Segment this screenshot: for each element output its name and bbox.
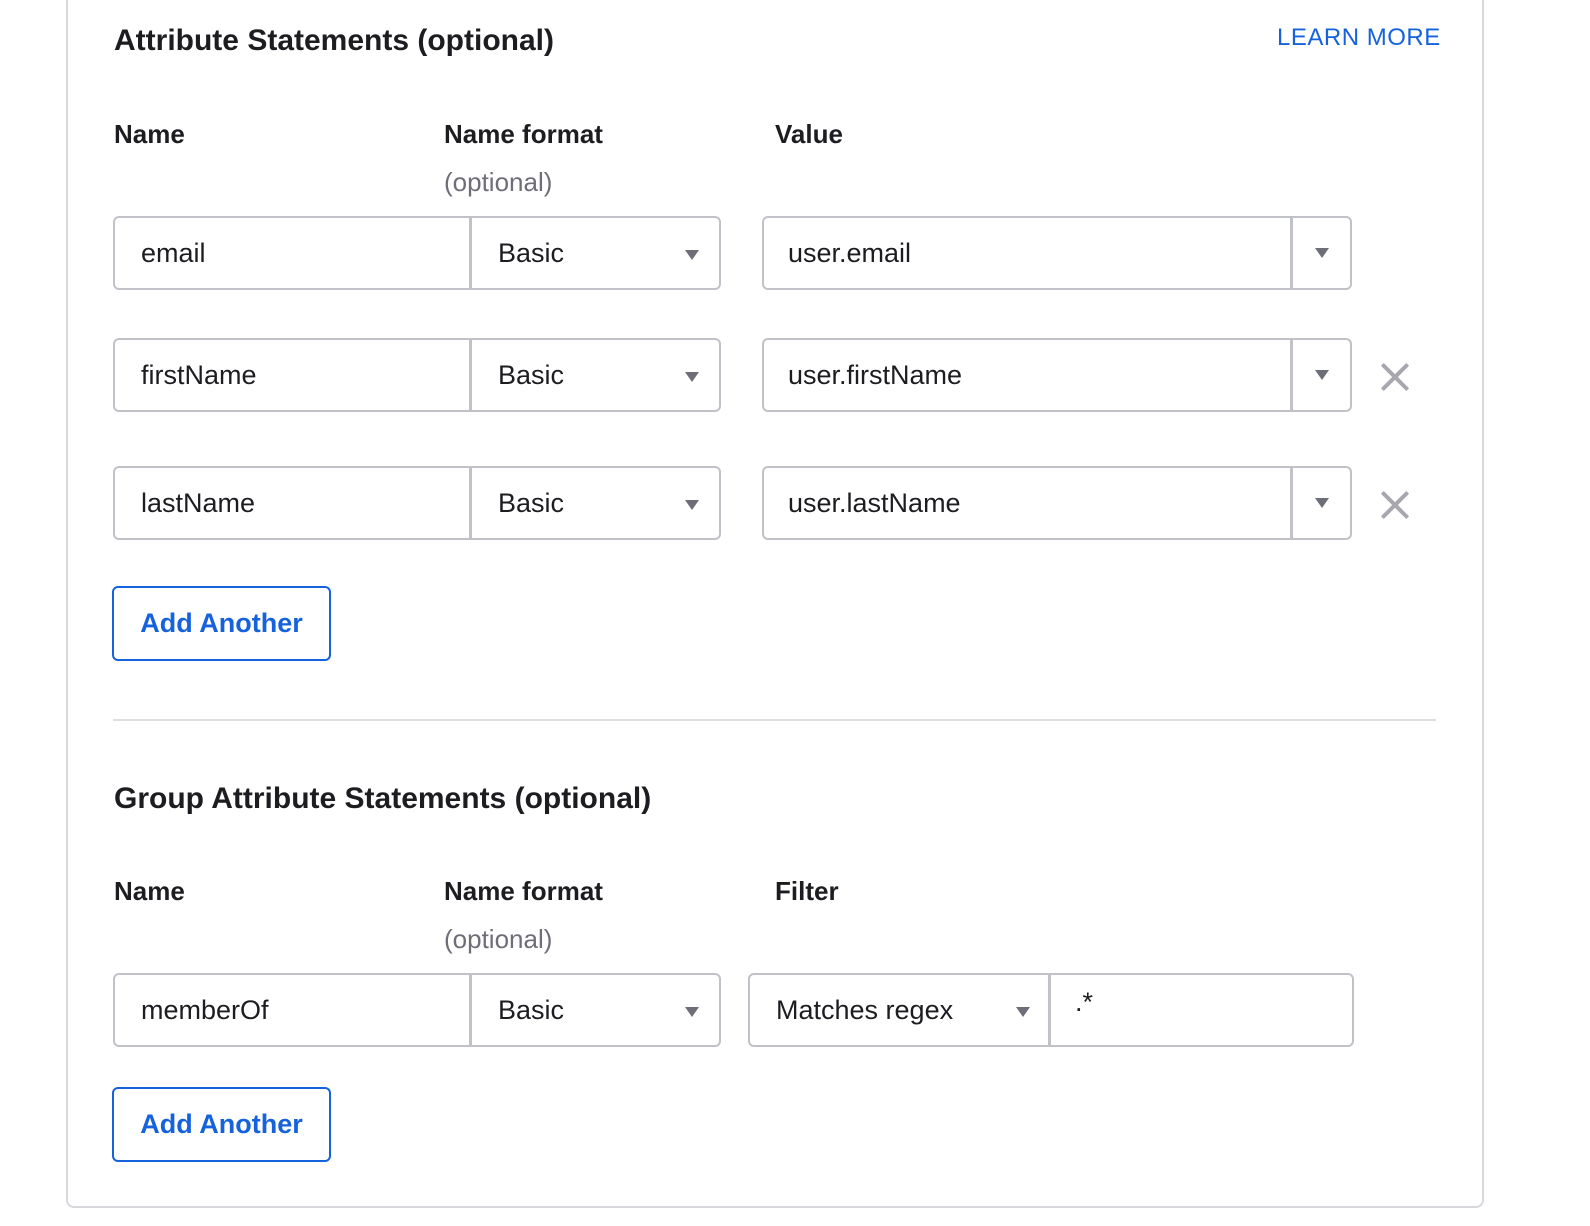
name-format-column-header: Name format [444, 119, 603, 149]
value-column-header: Value [775, 119, 843, 149]
section-divider [113, 719, 1436, 721]
filter-type-selected: Matches regex [776, 994, 954, 1025]
filter-column-header: Filter [775, 876, 839, 906]
caret-down-icon [1314, 370, 1329, 380]
caret-down-icon [685, 250, 699, 260]
name-format-selected: Basic [498, 487, 565, 518]
caret-down-icon [685, 1007, 699, 1017]
attribute-value-text: user.lastName [788, 487, 961, 518]
caret-down-icon [1016, 1007, 1030, 1017]
filter-value-text: .* [1075, 986, 1094, 1017]
attribute-value-combobox[interactable]: user.email [762, 216, 1352, 290]
group-name-format-column-header: Name format [444, 876, 603, 906]
filter-value-input[interactable]: .* [1048, 973, 1354, 1047]
attribute-name-input-email[interactable]: email [113, 216, 473, 290]
group-attribute-statements-title: Group Attribute Statements (optional) [114, 782, 652, 815]
group-name-format-selected: Basic [498, 994, 565, 1025]
attribute-name-format-select[interactable]: Basic [469, 466, 721, 540]
attribute-value-combobox[interactable]: user.firstName [762, 338, 1352, 412]
group-attribute-name-input[interactable]: memberOf [113, 973, 473, 1047]
attribute-name-input-firstname[interactable]: firstName [113, 338, 473, 412]
caret-down-icon [685, 500, 699, 510]
group-name-format-optional-hint: (optional) [444, 924, 553, 954]
attribute-value-combobox[interactable]: user.lastName [762, 466, 1352, 540]
attribute-name-value: lastName [141, 487, 256, 518]
remove-attribute-close-icon[interactable] [1380, 490, 1410, 520]
caret-down-icon [1314, 498, 1329, 508]
group-name-column-header: Name [114, 876, 185, 906]
attribute-value-text: user.email [788, 237, 912, 268]
attribute-value-text: user.firstName [788, 359, 963, 390]
attribute-name-value: email [141, 237, 206, 268]
caret-down-icon [1314, 248, 1329, 258]
name-format-optional-hint: (optional) [444, 167, 553, 197]
attribute-statements-title: Attribute Statements (optional) [114, 24, 554, 57]
learn-more-link[interactable]: LEARN MORE [1277, 24, 1441, 52]
attribute-name-format-select[interactable]: Basic [469, 338, 721, 412]
value-dropdown-toggle[interactable] [1290, 340, 1350, 410]
attribute-name-format-select[interactable]: Basic [469, 216, 721, 290]
group-attribute-name-value: memberOf [141, 994, 269, 1025]
value-dropdown-toggle[interactable] [1290, 468, 1350, 538]
caret-down-icon [685, 372, 699, 382]
add-another-group-attribute-button[interactable]: Add Another [112, 1087, 331, 1162]
filter-type-select[interactable]: Matches regex [748, 973, 1052, 1047]
value-dropdown-toggle[interactable] [1290, 218, 1350, 288]
group-name-format-select[interactable]: Basic [469, 973, 721, 1047]
name-format-selected: Basic [498, 359, 565, 390]
remove-attribute-close-icon[interactable] [1380, 362, 1410, 392]
attribute-name-value: firstName [141, 359, 257, 390]
add-another-attribute-button[interactable]: Add Another [112, 586, 331, 661]
name-column-header: Name [114, 119, 185, 149]
name-format-selected: Basic [498, 237, 565, 268]
attribute-name-input-lastname[interactable]: lastName [113, 466, 473, 540]
